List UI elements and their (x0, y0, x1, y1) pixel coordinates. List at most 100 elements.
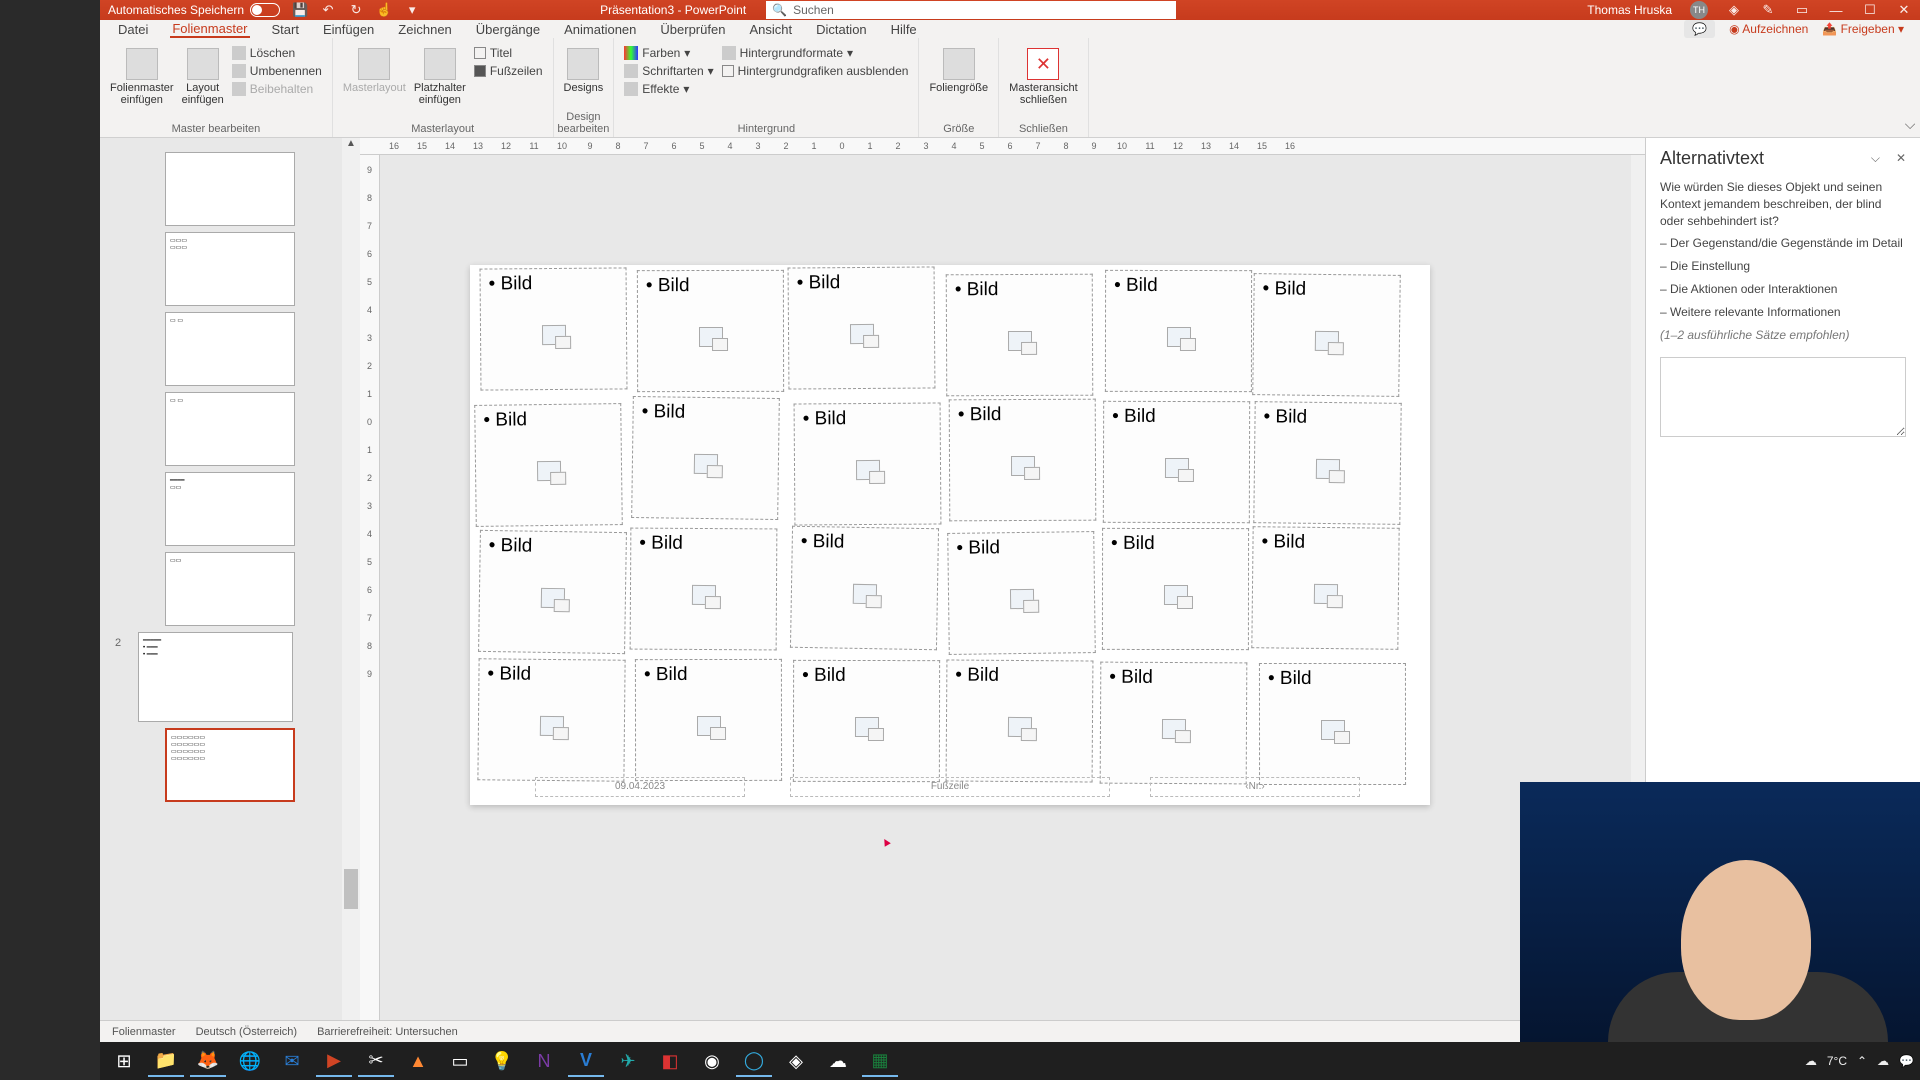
firefox-icon[interactable]: 🦊 (190, 1045, 226, 1077)
image-placeholder[interactable]: • Bild (946, 659, 1094, 782)
vlc-icon[interactable]: ▲ (400, 1045, 436, 1077)
tab-hilfe[interactable]: Hilfe (889, 22, 919, 37)
app3-icon[interactable]: ☁ (820, 1045, 856, 1077)
record-button[interactable]: ◉ Aufzeichnen (1729, 22, 1808, 36)
image-placeholder[interactable]: • Bild (1253, 273, 1402, 397)
image-placeholder[interactable]: • Bild (790, 526, 939, 651)
image-placeholder[interactable]: • Bild (474, 403, 623, 527)
close-icon[interactable]: ✕ (1896, 2, 1912, 18)
touch-icon[interactable]: ☝ (376, 2, 392, 18)
altpane-collapse-icon[interactable]: ⌵ (1871, 151, 1880, 166)
title-checkbox[interactable]: Titel (474, 46, 543, 60)
image-placeholder[interactable]: • Bild (1259, 663, 1406, 785)
user-avatar[interactable]: TH (1690, 1, 1708, 19)
tab-einfuegen[interactable]: Einfügen (321, 22, 376, 37)
image-placeholder[interactable]: • Bild (949, 399, 1097, 522)
placeholder-button[interactable]: Platzhalter einfügen (414, 42, 466, 106)
image-placeholder[interactable]: • Bild (480, 268, 628, 391)
more-icon[interactable]: ▾ (404, 2, 420, 18)
image-placeholder[interactable]: • Bild (1105, 270, 1252, 392)
edge-icon[interactable]: ◯ (736, 1045, 772, 1077)
thumb-layout[interactable]: ━━━━▭▭ (165, 472, 295, 546)
image-placeholder[interactable]: • Bild (1251, 526, 1399, 650)
weather-icon[interactable]: ☁ (1805, 1054, 1817, 1068)
tab-folienmaster[interactable]: Folienmaster (170, 21, 249, 38)
colors-button[interactable]: Farben ▾ (624, 46, 713, 60)
minimize-icon[interactable]: — (1828, 2, 1844, 18)
undo-icon[interactable]: ↶ (320, 2, 336, 18)
canvas[interactable]: • Bild• Bild• Bild• Bild• Bild• Bild• Bi… (360, 155, 1645, 1038)
footer-checkbox[interactable]: Fußzeilen (474, 64, 543, 78)
image-placeholder[interactable]: • Bild (946, 273, 1094, 396)
diamond-icon[interactable]: ◈ (1726, 2, 1742, 18)
thumb-layout[interactable]: ▭ ▭ (165, 312, 295, 386)
image-placeholder[interactable]: • Bild (631, 396, 780, 520)
pdf-icon[interactable]: ◧ (652, 1045, 688, 1077)
tab-start[interactable]: Start (270, 22, 301, 37)
thumbnails-scrollbar[interactable]: ▲ ▼ (342, 138, 360, 1038)
rename-button[interactable]: Umbenennen (232, 64, 322, 78)
chat-button[interactable]: 💬 (1684, 20, 1715, 38)
tab-dictation[interactable]: Dictation (814, 22, 869, 37)
image-placeholder[interactable]: • Bild (793, 660, 940, 782)
close-master-button[interactable]: ✕Masteransicht schließen (1009, 42, 1077, 106)
image-placeholder[interactable]: • Bild (1102, 528, 1249, 650)
app2-icon[interactable]: ◈ (778, 1045, 814, 1077)
footer-date[interactable]: 09.04.2023 (535, 777, 745, 797)
image-placeholder[interactable]: • Bild (788, 267, 936, 390)
image-placeholder[interactable]: • Bild (1099, 662, 1247, 785)
fonts-button[interactable]: Schriftarten ▾ (624, 64, 713, 78)
tab-datei[interactable]: Datei (116, 22, 150, 37)
tab-animationen[interactable]: Animationen (562, 22, 638, 37)
telegram-icon[interactable]: ✈ (610, 1045, 646, 1077)
powerpoint-icon[interactable]: ▶ (316, 1045, 352, 1077)
image-placeholder[interactable]: • Bild (630, 527, 778, 650)
altpane-close-icon[interactable]: ✕ (1896, 151, 1906, 166)
tab-zeichnen[interactable]: Zeichnen (396, 22, 453, 37)
tab-ansicht[interactable]: Ansicht (747, 22, 794, 37)
bg-formats-button[interactable]: Hintergrundformate ▾ (722, 46, 909, 60)
thumb-layout[interactable] (165, 152, 295, 226)
chrome-icon[interactable]: 🌐 (232, 1045, 268, 1077)
masterlayout-button[interactable]: Masterlayout (343, 42, 406, 94)
redo-icon[interactable]: ↻ (348, 2, 364, 18)
tray-chat-icon[interactable]: 💬 (1899, 1054, 1914, 1068)
slide-size-button[interactable]: Foliengröße (929, 42, 988, 94)
snip-icon[interactable]: ✂ (358, 1045, 394, 1077)
image-placeholder[interactable]: • Bild (637, 269, 784, 391)
image-placeholder[interactable]: • Bild (947, 531, 1096, 655)
image-placeholder[interactable]: • Bild (1253, 401, 1401, 525)
status-a11y[interactable]: Barrierefreiheit: Untersuchen (317, 1026, 458, 1038)
status-lang[interactable]: Deutsch (Österreich) (196, 1026, 297, 1038)
thumb-layout-selected[interactable]: ▭▭▭▭▭▭▭▭▭▭▭▭▭▭▭▭▭▭▭▭▭▭▭▭ (165, 728, 295, 802)
image-placeholder[interactable]: • Bild (1102, 400, 1249, 522)
tray-cloud-icon[interactable]: ☁ (1877, 1054, 1889, 1068)
image-placeholder[interactable]: • Bild (635, 659, 782, 781)
pen-icon[interactable]: ✎ (1760, 2, 1776, 18)
slide[interactable]: • Bild• Bild• Bild• Bild• Bild• Bild• Bi… (470, 265, 1430, 805)
altpane-textarea[interactable] (1660, 357, 1906, 437)
app-icon[interactable]: ▭ (442, 1045, 478, 1077)
insert-master-button[interactable]: Folienmaster einfügen (110, 42, 174, 106)
image-placeholder[interactable]: • Bild (478, 530, 627, 654)
onenote-icon[interactable]: N (526, 1045, 562, 1077)
panel-icon[interactable]: ▭ (1794, 2, 1810, 18)
image-placeholder[interactable]: • Bild (477, 658, 625, 781)
thumb-layout[interactable]: ▭ ▭ (165, 392, 295, 466)
tips-icon[interactable]: 💡 (484, 1045, 520, 1077)
preserve-button[interactable]: Beibehalten (232, 82, 322, 96)
footer-center[interactable]: Fußzeile (790, 777, 1110, 797)
designs-button[interactable]: Designs (564, 42, 604, 94)
insert-layout-button[interactable]: Layout einfügen (182, 42, 224, 106)
share-button[interactable]: 📤 Freigeben ▾ (1822, 22, 1904, 36)
footer-number[interactable]: ‹Nr.› (1150, 777, 1360, 797)
image-placeholder[interactable]: • Bild (793, 403, 941, 526)
delete-button[interactable]: Löschen (232, 46, 322, 60)
visio-icon[interactable]: V (568, 1045, 604, 1077)
maximize-icon[interactable]: ☐ (1862, 2, 1878, 18)
collapse-ribbon-icon[interactable]: ⌵ (1900, 38, 1920, 137)
excel-icon[interactable]: ▦ (862, 1045, 898, 1077)
search-input[interactable]: 🔍 Suchen (766, 1, 1176, 19)
tray-chevron-icon[interactable]: ⌃ (1857, 1054, 1867, 1068)
thumb-master[interactable]: 2━━━━━• ━━━• ━━━ (138, 632, 293, 722)
